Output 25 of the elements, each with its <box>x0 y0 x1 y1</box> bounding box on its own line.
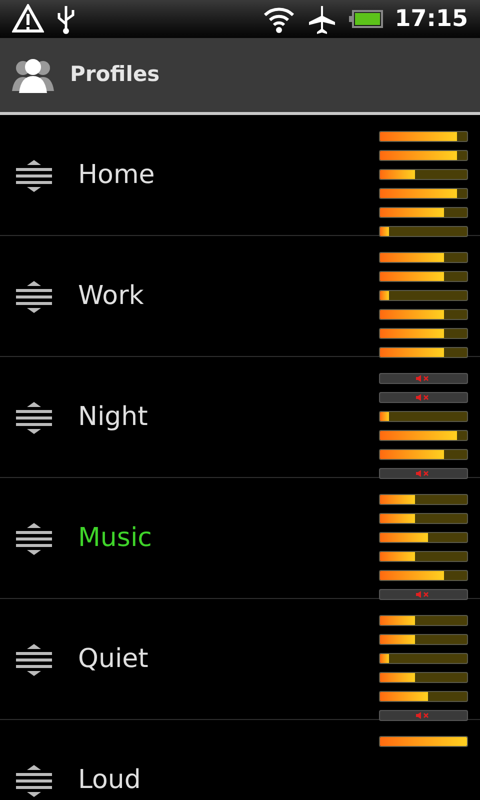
profile-name: Home <box>78 159 155 192</box>
profile-name: Music <box>78 522 152 555</box>
status-time: 17:15 <box>394 4 468 34</box>
drag-handle-icon[interactable] <box>16 522 52 556</box>
people-icon <box>12 57 54 93</box>
battery-icon <box>348 9 383 29</box>
muted-speaker-icon <box>416 591 432 598</box>
drag-handle-icon[interactable] <box>16 764 52 798</box>
usb-icon <box>56 4 76 34</box>
screen-title: Profiles <box>70 61 160 88</box>
muted-speaker-icon <box>416 470 432 477</box>
drag-handle-icon[interactable] <box>16 158 52 192</box>
airplane-icon <box>306 4 337 34</box>
profile-name: Loud <box>78 764 141 797</box>
warning-icon <box>12 4 44 34</box>
wifi-icon <box>262 5 295 33</box>
muted-speaker-icon <box>416 712 432 719</box>
drag-handle-icon[interactable] <box>16 642 52 676</box>
muted-speaker-icon <box>416 375 432 382</box>
profile-name: Quiet <box>78 643 148 676</box>
profile-name: Work <box>78 280 144 313</box>
drag-handle-icon[interactable] <box>16 400 52 434</box>
profile-name: Night <box>78 401 148 434</box>
drag-handle-icon[interactable] <box>16 280 52 314</box>
muted-speaker-icon <box>416 394 432 401</box>
